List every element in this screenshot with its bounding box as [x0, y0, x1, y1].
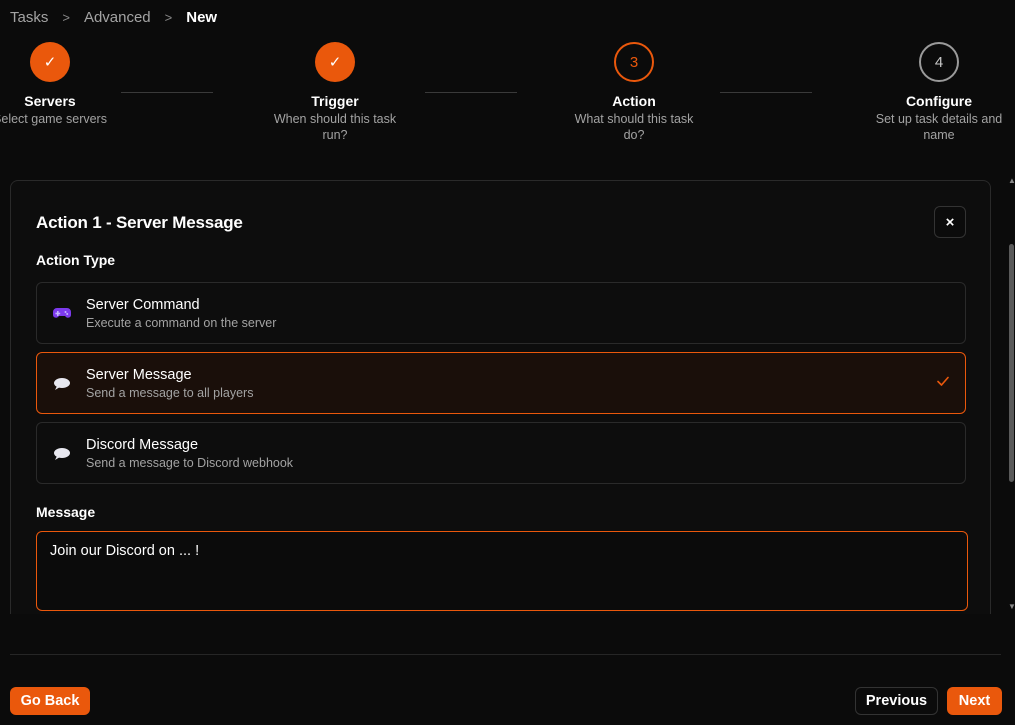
step-number: 4 — [919, 42, 959, 82]
close-button[interactable]: × — [934, 206, 966, 238]
check-icon: ✓ — [30, 42, 70, 82]
step-description: When should this task run? — [273, 112, 397, 142]
breadcrumb-separator: > — [164, 9, 173, 25]
step-trigger: ✓ Trigger When should this task run? — [260, 42, 410, 143]
step-number: 3 — [614, 42, 654, 82]
scroll-up-icon[interactable]: ▲ — [1008, 176, 1015, 185]
option-discord-message[interactable]: Discord Message Send a message to Discor… — [36, 422, 966, 484]
breadcrumb: Tasks > Advanced > New — [10, 8, 217, 26]
stepper: ✓ Servers Select game servers ✓ Trigger … — [0, 42, 1015, 142]
option-title: Server Message — [86, 367, 192, 383]
step-action: 3 Action What should this task do? — [559, 42, 709, 143]
previous-button[interactable]: Previous — [855, 687, 938, 715]
option-description: Send a message to Discord webhook — [86, 456, 294, 470]
action-panel: Action 1 - Server Message × Action Type … — [10, 180, 991, 614]
speech-bubble-icon — [52, 445, 72, 463]
step-title: Action — [612, 93, 656, 109]
option-description: Execute a command on the server — [86, 316, 277, 330]
scrollbar[interactable]: ▲ ▼ — [1008, 176, 1015, 616]
step-connector — [720, 92, 812, 93]
go-back-button[interactable]: Go Back — [10, 687, 90, 715]
step-connector — [425, 92, 517, 93]
option-server-message[interactable]: Server Message Send a message to all pla… — [36, 352, 966, 414]
option-title: Server Command — [86, 297, 200, 313]
option-description: Send a message to all players — [86, 386, 254, 400]
footer-divider — [10, 654, 1001, 655]
step-servers: ✓ Servers Select game servers — [0, 42, 125, 127]
speech-bubble-icon — [52, 375, 72, 393]
breadcrumb-advanced[interactable]: Advanced — [84, 9, 151, 26]
step-description: Set up task details and name — [875, 112, 1003, 142]
check-icon — [935, 373, 951, 389]
scroll-down-icon[interactable]: ▼ — [1008, 602, 1015, 611]
action-type-label: Action Type — [36, 252, 116, 268]
gamepad-icon — [52, 305, 72, 323]
next-button[interactable]: Next — [947, 687, 1002, 715]
check-icon: ✓ — [315, 42, 355, 82]
message-field[interactable]: Join our Discord on ... ! — [36, 531, 968, 611]
option-server-command[interactable]: Server Command Execute a command on the … — [36, 282, 966, 344]
panel-title: Action 1 - Server Message — [36, 213, 243, 232]
breadcrumb-tasks[interactable]: Tasks — [10, 9, 48, 26]
scrollbar-thumb[interactable] — [1009, 244, 1014, 482]
breadcrumb-separator: > — [62, 9, 70, 25]
step-description: What should this task do? — [574, 112, 694, 142]
option-title: Discord Message — [86, 437, 199, 453]
step-title: Servers — [24, 93, 76, 109]
step-title: Trigger — [311, 93, 359, 109]
breadcrumb-new: New — [186, 8, 218, 26]
step-title: Configure — [905, 93, 973, 109]
step-configure: 4 Configure Set up task details and name — [864, 42, 1014, 143]
message-label: Message — [36, 504, 96, 520]
step-description: Select game servers — [0, 112, 107, 126]
step-connector — [121, 92, 213, 93]
